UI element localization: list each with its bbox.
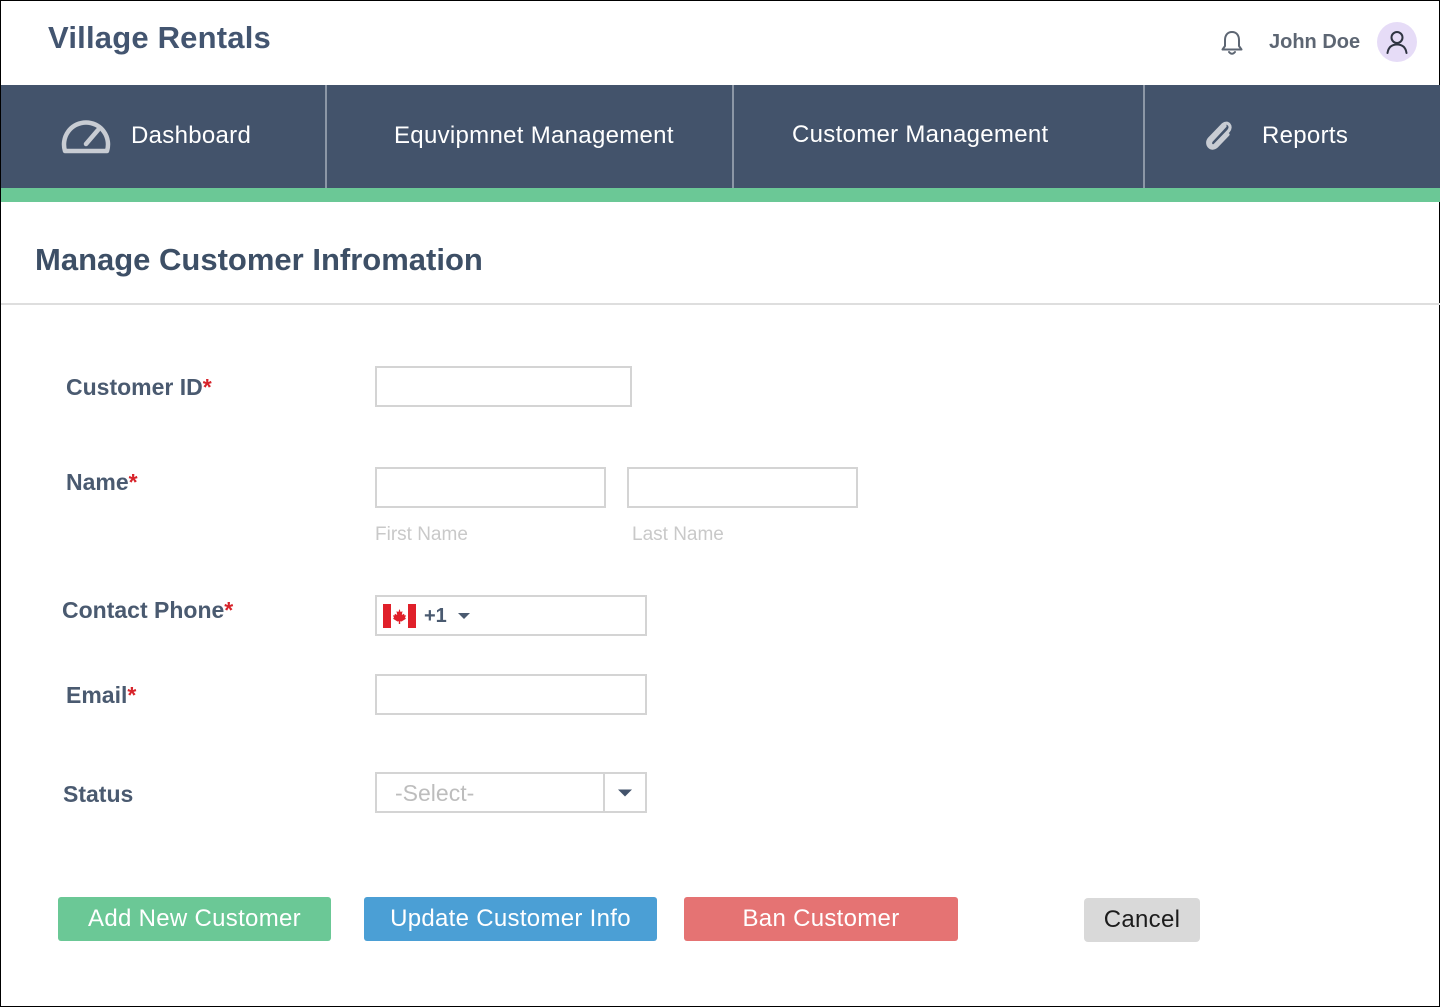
app-frame: Village Rentals John Doe Dashboard Equvi…	[0, 0, 1440, 1007]
nav-item-reports[interactable]: Reports	[1145, 85, 1440, 188]
nav-item-dashboard[interactable]: Dashboard	[1, 85, 327, 188]
nav-accent-bar	[1, 188, 1440, 202]
name-label-text: Name	[66, 469, 129, 495]
customer-id-label-text: Customer ID	[66, 374, 203, 400]
contact-phone-label: Contact Phone*	[62, 597, 233, 624]
nav-item-customer-management[interactable]: Customer Management	[734, 85, 1145, 188]
brand-title: Village Rentals	[48, 20, 271, 55]
nav-label-customer: Customer Management	[792, 121, 1049, 148]
first-name-sublabel: First Name	[375, 524, 468, 545]
nav-label-dashboard: Dashboard	[131, 122, 252, 149]
nav-label-reports: Reports	[1262, 122, 1349, 149]
country-code-selector[interactable]: +1	[383, 604, 471, 628]
canada-flag-icon	[383, 604, 416, 628]
customer-id-input[interactable]	[375, 366, 632, 407]
chevron-down-icon	[457, 611, 471, 621]
last-name-sublabel: Last Name	[632, 524, 724, 545]
email-input[interactable]	[375, 674, 647, 715]
paperclip-icon	[1201, 116, 1237, 156]
nav-label-equipment: Equvipmnet Management	[394, 122, 674, 149]
contact-phone-field[interactable]: +1	[375, 595, 647, 636]
chevron-down-icon[interactable]	[603, 774, 645, 811]
top-bar: Village Rentals John Doe	[1, 1, 1440, 85]
email-label-text: Email	[66, 682, 128, 708]
country-code: +1	[424, 604, 447, 627]
customer-id-label: Customer ID*	[66, 374, 212, 401]
speedometer-icon	[60, 117, 112, 155]
email-label: Email*	[66, 682, 136, 709]
last-name-input[interactable]	[627, 467, 858, 508]
bell-icon[interactable]	[1219, 29, 1245, 57]
user-name[interactable]: John Doe	[1269, 31, 1360, 54]
user-avatar-icon[interactable]	[1377, 22, 1417, 62]
required-mark: *	[202, 374, 212, 400]
main-nav: Dashboard Equvipmnet Management Customer…	[1, 85, 1440, 188]
cancel-button[interactable]: Cancel	[1084, 898, 1200, 942]
required-mark: *	[224, 597, 234, 623]
page-title: Manage Customer Infromation	[35, 242, 483, 277]
contact-phone-label-text: Contact Phone	[62, 597, 225, 623]
status-select[interactable]: -Select-	[375, 772, 647, 813]
ban-customer-button[interactable]: Ban Customer	[684, 897, 958, 941]
status-select-value: -Select-	[395, 780, 475, 806]
name-label: Name*	[66, 469, 138, 496]
add-customer-button[interactable]: Add New Customer	[58, 897, 331, 941]
nav-item-equipment-management[interactable]: Equvipmnet Management	[327, 85, 734, 188]
header-divider	[1, 303, 1440, 305]
status-label: Status	[63, 781, 134, 807]
update-customer-button[interactable]: Update Customer Info	[364, 897, 657, 941]
required-mark: *	[127, 682, 137, 708]
first-name-input[interactable]	[375, 467, 606, 508]
required-mark: *	[128, 469, 138, 495]
